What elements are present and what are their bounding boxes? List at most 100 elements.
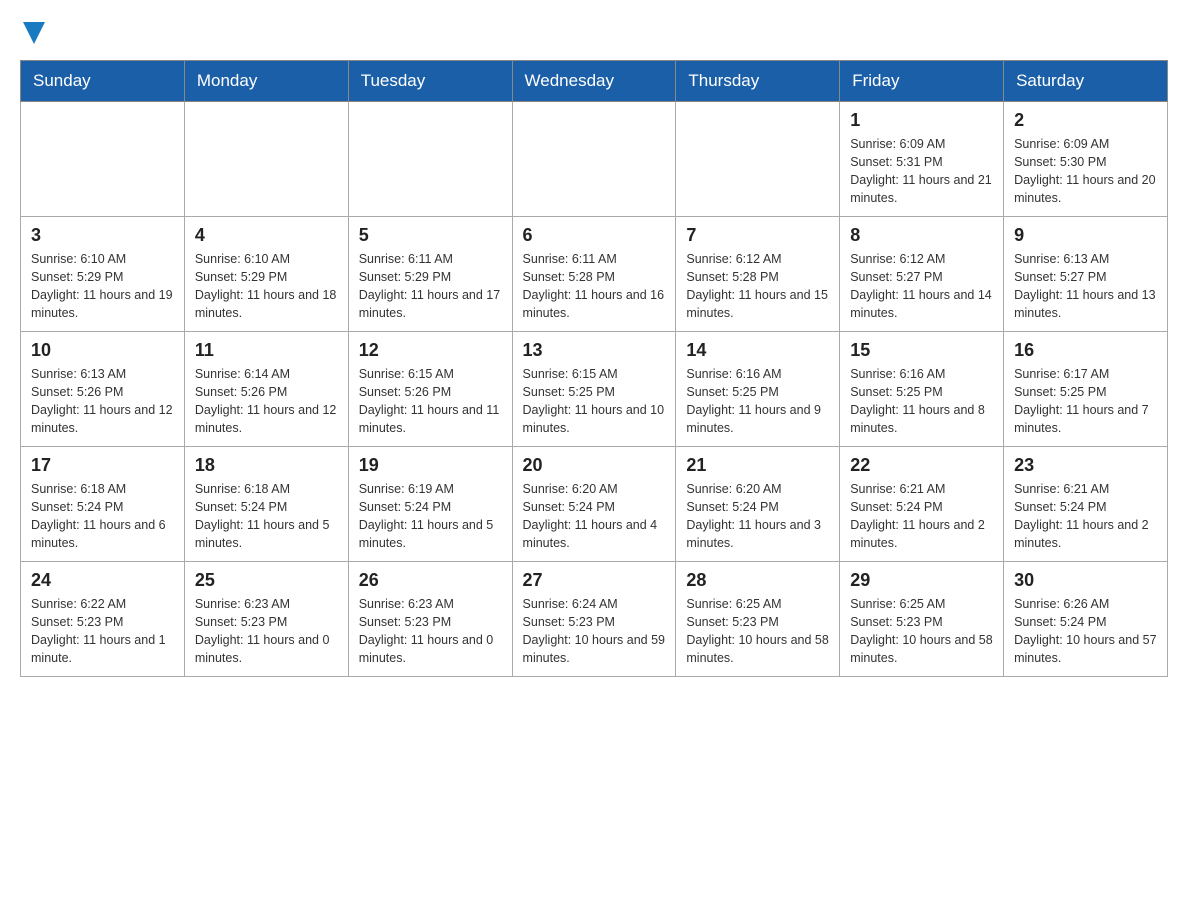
calendar-cell: 16 Sunrise: 6:17 AMSunset: 5:25 PMDayligh… <box>1004 332 1168 447</box>
day-number: 1 <box>850 110 993 131</box>
day-number: 22 <box>850 455 993 476</box>
day-header-sunday: Sunday <box>21 61 185 102</box>
day-number: 19 <box>359 455 502 476</box>
calendar-cell: 6Sunrise: 6:11 AMSunset: 5:28 PMDaylight… <box>512 217 676 332</box>
day-info: Sunrise: 6:20 AMSunset: 5:24 PMDaylight:… <box>686 480 829 553</box>
day-number: 2 <box>1014 110 1157 131</box>
day-info: Sunrise: 6:16 AMSunset: 5:25 PMDaylight:… <box>686 365 829 438</box>
logo <box>20 20 45 44</box>
calendar-cell: 10Sunrise: 6:13 AMSunset: 5:26 PMDayligh… <box>21 332 185 447</box>
calendar-cell: 11 Sunrise: 6:14 AMSunset: 5:26 PMDayligh… <box>184 332 348 447</box>
calendar-cell: 26 Sunrise: 6:23 AMSunset: 5:23 PMDayligh… <box>348 562 512 677</box>
calendar-cell: 20Sunrise: 6:20 AMSunset: 5:24 PMDayligh… <box>512 447 676 562</box>
day-number: 21 <box>686 455 829 476</box>
day-info: Sunrise: 6:16 AMSunset: 5:25 PMDaylight:… <box>850 365 993 438</box>
calendar-cell: 9 Sunrise: 6:13 AMSunset: 5:27 PMDaylight… <box>1004 217 1168 332</box>
calendar-cell: 2 Sunrise: 6:09 AMSunset: 5:30 PMDaylight… <box>1004 102 1168 217</box>
calendar-cell: 15 Sunrise: 6:16 AMSunset: 5:25 PMDayligh… <box>840 332 1004 447</box>
calendar-cell: 7Sunrise: 6:12 AMSunset: 5:28 PMDaylight… <box>676 217 840 332</box>
day-info: Sunrise: 6:15 AMSunset: 5:26 PMDaylight:… <box>359 365 502 438</box>
calendar-header-row: SundayMondayTuesdayWednesdayThursdayFrid… <box>21 61 1168 102</box>
day-number: 24 <box>31 570 174 591</box>
day-info: Sunrise: 6:10 AMSunset: 5:29 PMDaylight:… <box>31 250 174 323</box>
day-info: Sunrise: 6:13 AMSunset: 5:27 PMDaylight:… <box>1014 250 1157 323</box>
day-info: Sunrise: 6:13 AMSunset: 5:26 PMDaylight:… <box>31 365 174 438</box>
day-number: 30 <box>1014 570 1157 591</box>
calendar-cell: 29Sunrise: 6:25 AMSunset: 5:23 PMDayligh… <box>840 562 1004 677</box>
logo-triangle-icon <box>23 22 45 44</box>
day-number: 29 <box>850 570 993 591</box>
page-header <box>20 20 1168 44</box>
day-number: 14 <box>686 340 829 361</box>
day-number: 11 <box>195 340 338 361</box>
day-info: Sunrise: 6:22 AMSunset: 5:23 PMDaylight:… <box>31 595 174 668</box>
day-number: 8 <box>850 225 993 246</box>
day-info: Sunrise: 6:19 AMSunset: 5:24 PMDaylight:… <box>359 480 502 553</box>
calendar-cell: 4 Sunrise: 6:10 AMSunset: 5:29 PMDaylight… <box>184 217 348 332</box>
day-number: 3 <box>31 225 174 246</box>
day-info: Sunrise: 6:12 AMSunset: 5:28 PMDaylight:… <box>686 250 829 323</box>
day-number: 9 <box>1014 225 1157 246</box>
day-number: 12 <box>359 340 502 361</box>
calendar-cell: 30 Sunrise: 6:26 AMSunset: 5:24 PMDayligh… <box>1004 562 1168 677</box>
day-number: 28 <box>686 570 829 591</box>
day-info: Sunrise: 6:10 AMSunset: 5:29 PMDaylight:… <box>195 250 338 323</box>
day-info: Sunrise: 6:21 AMSunset: 5:24 PMDaylight:… <box>850 480 993 553</box>
day-number: 26 <box>359 570 502 591</box>
calendar-week-row: 17 Sunrise: 6:18 AMSunset: 5:24 PMDayligh… <box>21 447 1168 562</box>
day-info: Sunrise: 6:12 AMSunset: 5:27 PMDaylight:… <box>850 250 993 323</box>
calendar-cell: 21 Sunrise: 6:20 AMSunset: 5:24 PMDayligh… <box>676 447 840 562</box>
calendar-cell: 17 Sunrise: 6:18 AMSunset: 5:24 PMDayligh… <box>21 447 185 562</box>
day-header-thursday: Thursday <box>676 61 840 102</box>
day-header-saturday: Saturday <box>1004 61 1168 102</box>
calendar-week-row: 10Sunrise: 6:13 AMSunset: 5:26 PMDayligh… <box>21 332 1168 447</box>
calendar-cell: 25 Sunrise: 6:23 AMSunset: 5:23 PMDayligh… <box>184 562 348 677</box>
day-info: Sunrise: 6:11 AMSunset: 5:28 PMDaylight:… <box>523 250 666 323</box>
calendar-cell: 5Sunrise: 6:11 AMSunset: 5:29 PMDaylight… <box>348 217 512 332</box>
calendar-cell <box>21 102 185 217</box>
day-header-tuesday: Tuesday <box>348 61 512 102</box>
calendar-cell: 14 Sunrise: 6:16 AMSunset: 5:25 PMDayligh… <box>676 332 840 447</box>
day-info: Sunrise: 6:23 AMSunset: 5:23 PMDaylight:… <box>195 595 338 668</box>
calendar-cell <box>676 102 840 217</box>
day-info: Sunrise: 6:17 AMSunset: 5:25 PMDaylight:… <box>1014 365 1157 438</box>
calendar-cell: 13Sunrise: 6:15 AMSunset: 5:25 PMDayligh… <box>512 332 676 447</box>
day-info: Sunrise: 6:26 AMSunset: 5:24 PMDaylight:… <box>1014 595 1157 668</box>
day-number: 5 <box>359 225 502 246</box>
calendar-week-row: 1 Sunrise: 6:09 AMSunset: 5:31 PMDaylight… <box>21 102 1168 217</box>
calendar-cell: 28 Sunrise: 6:25 AMSunset: 5:23 PMDayligh… <box>676 562 840 677</box>
calendar-cell: 22 Sunrise: 6:21 AMSunset: 5:24 PMDayligh… <box>840 447 1004 562</box>
calendar-cell <box>512 102 676 217</box>
calendar-cell <box>348 102 512 217</box>
calendar-cell <box>184 102 348 217</box>
calendar-cell: 19 Sunrise: 6:19 AMSunset: 5:24 PMDayligh… <box>348 447 512 562</box>
calendar-cell: 23 Sunrise: 6:21 AMSunset: 5:24 PMDayligh… <box>1004 447 1168 562</box>
day-number: 18 <box>195 455 338 476</box>
calendar-cell: 12 Sunrise: 6:15 AMSunset: 5:26 PMDayligh… <box>348 332 512 447</box>
day-number: 25 <box>195 570 338 591</box>
day-number: 15 <box>850 340 993 361</box>
day-info: Sunrise: 6:23 AMSunset: 5:23 PMDaylight:… <box>359 595 502 668</box>
calendar-cell: 3 Sunrise: 6:10 AMSunset: 5:29 PMDaylight… <box>21 217 185 332</box>
day-info: Sunrise: 6:21 AMSunset: 5:24 PMDaylight:… <box>1014 480 1157 553</box>
day-info: Sunrise: 6:09 AMSunset: 5:31 PMDaylight:… <box>850 135 993 208</box>
calendar-table: SundayMondayTuesdayWednesdayThursdayFrid… <box>20 60 1168 677</box>
day-number: 17 <box>31 455 174 476</box>
day-info: Sunrise: 6:09 AMSunset: 5:30 PMDaylight:… <box>1014 135 1157 208</box>
day-number: 16 <box>1014 340 1157 361</box>
calendar-week-row: 3 Sunrise: 6:10 AMSunset: 5:29 PMDaylight… <box>21 217 1168 332</box>
day-info: Sunrise: 6:18 AMSunset: 5:24 PMDaylight:… <box>195 480 338 553</box>
calendar-cell: 24 Sunrise: 6:22 AMSunset: 5:23 PMDayligh… <box>21 562 185 677</box>
day-number: 23 <box>1014 455 1157 476</box>
day-info: Sunrise: 6:14 AMSunset: 5:26 PMDaylight:… <box>195 365 338 438</box>
calendar-cell: 1 Sunrise: 6:09 AMSunset: 5:31 PMDaylight… <box>840 102 1004 217</box>
day-info: Sunrise: 6:25 AMSunset: 5:23 PMDaylight:… <box>686 595 829 668</box>
day-info: Sunrise: 6:18 AMSunset: 5:24 PMDaylight:… <box>31 480 174 553</box>
day-header-monday: Monday <box>184 61 348 102</box>
calendar-cell: 27Sunrise: 6:24 AMSunset: 5:23 PMDayligh… <box>512 562 676 677</box>
day-info: Sunrise: 6:20 AMSunset: 5:24 PMDaylight:… <box>523 480 666 553</box>
calendar-week-row: 24 Sunrise: 6:22 AMSunset: 5:23 PMDayligh… <box>21 562 1168 677</box>
day-number: 4 <box>195 225 338 246</box>
day-info: Sunrise: 6:24 AMSunset: 5:23 PMDaylight:… <box>523 595 666 668</box>
calendar-cell: 18 Sunrise: 6:18 AMSunset: 5:24 PMDayligh… <box>184 447 348 562</box>
